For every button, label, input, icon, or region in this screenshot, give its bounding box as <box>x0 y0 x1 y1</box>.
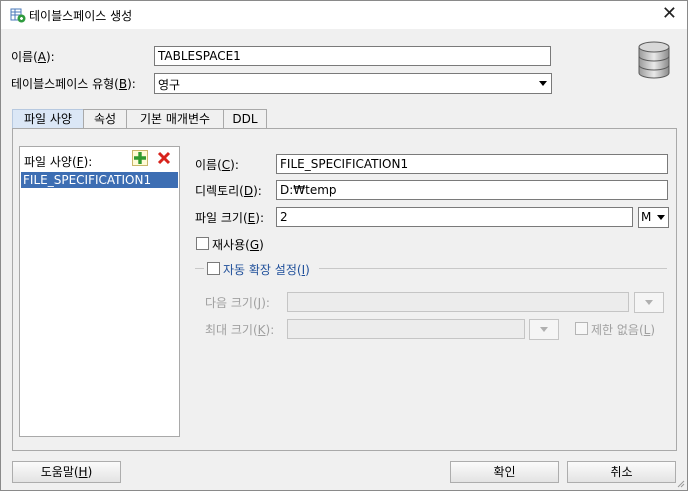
title-bar: 테이블스페이스 생성 ✕ <box>1 1 687 29</box>
chevron-down-icon <box>657 215 665 220</box>
reuse-label: 재사용(G) <box>212 238 264 252</box>
help-button[interactable]: 도움말(H) <box>12 461 121 483</box>
resize-grip-icon[interactable] <box>675 478 685 488</box>
next-size-label: 다음 크기(J): <box>205 296 270 310</box>
group-divider <box>319 268 667 269</box>
tablespace-type-value: 영구 <box>158 78 181 92</box>
dialog-window: 테이블스페이스 생성 ✕ 이름(A): TABLESPACE1 테이블스페이스 … <box>0 0 688 491</box>
autoextend-checkbox[interactable] <box>207 262 220 275</box>
list-item[interactable]: FILE_SPECIFICATION1 <box>21 172 178 188</box>
max-size-label: 최대 크기(K): <box>205 323 275 337</box>
file-spec-list[interactable]: 파일 사양(F): FILE_SPECIFICATION1 <box>19 146 180 437</box>
unlimited-label: 제한 없음(L) <box>591 323 656 337</box>
file-size-unit-select[interactable]: M <box>638 207 669 228</box>
tab-ddl[interactable]: DDL <box>223 109 267 128</box>
tab-properties[interactable]: 속성 <box>83 109 127 128</box>
chevron-down-icon <box>539 81 547 86</box>
file-name-label: 이름(C): <box>195 158 239 172</box>
file-size-unit-value: M <box>641 210 652 224</box>
database-icon <box>638 41 670 79</box>
max-size-unit-select <box>529 319 559 340</box>
unlimited-checkbox <box>575 322 588 335</box>
window-title: 테이블스페이스 생성 <box>29 9 133 23</box>
close-icon[interactable]: ✕ <box>662 4 677 24</box>
directory-input[interactable]: D:₩temp <box>276 180 668 200</box>
max-size-input <box>287 319 525 339</box>
tablespace-type-label: 테이블스페이스 유형(B): <box>11 77 136 91</box>
tablespace-type-select[interactable]: 영구 <box>154 73 552 94</box>
next-size-input <box>287 292 629 312</box>
tablespace-name-input[interactable]: TABLESPACE1 <box>154 46 551 66</box>
file-spec-list-label: 파일 사양(F): <box>24 155 93 169</box>
file-name-input[interactable]: FILE_SPECIFICATION1 <box>276 154 668 174</box>
tablespace-app-icon <box>10 8 26 23</box>
chevron-down-icon <box>540 327 548 332</box>
tab-file-spec[interactable]: 파일 사양 <box>12 109 84 130</box>
add-icon[interactable] <box>132 150 148 166</box>
ok-button[interactable]: 확인 <box>450 461 559 483</box>
tablespace-name-label: 이름(A): <box>11 50 55 64</box>
group-divider <box>195 268 204 269</box>
file-size-input[interactable]: 2 <box>276 207 633 227</box>
file-size-label: 파일 크기(E): <box>195 211 264 225</box>
chevron-down-icon <box>645 300 653 305</box>
delete-icon[interactable] <box>156 150 172 166</box>
tab-default-parameters[interactable]: 기본 매개변수 <box>126 109 224 128</box>
next-size-unit-select <box>634 292 664 313</box>
cancel-button[interactable]: 취소 <box>567 461 676 483</box>
autoextend-label: 자동 확장 설정(I) <box>223 263 310 277</box>
reuse-checkbox[interactable] <box>196 237 209 250</box>
directory-label: 디렉토리(D): <box>195 184 262 198</box>
